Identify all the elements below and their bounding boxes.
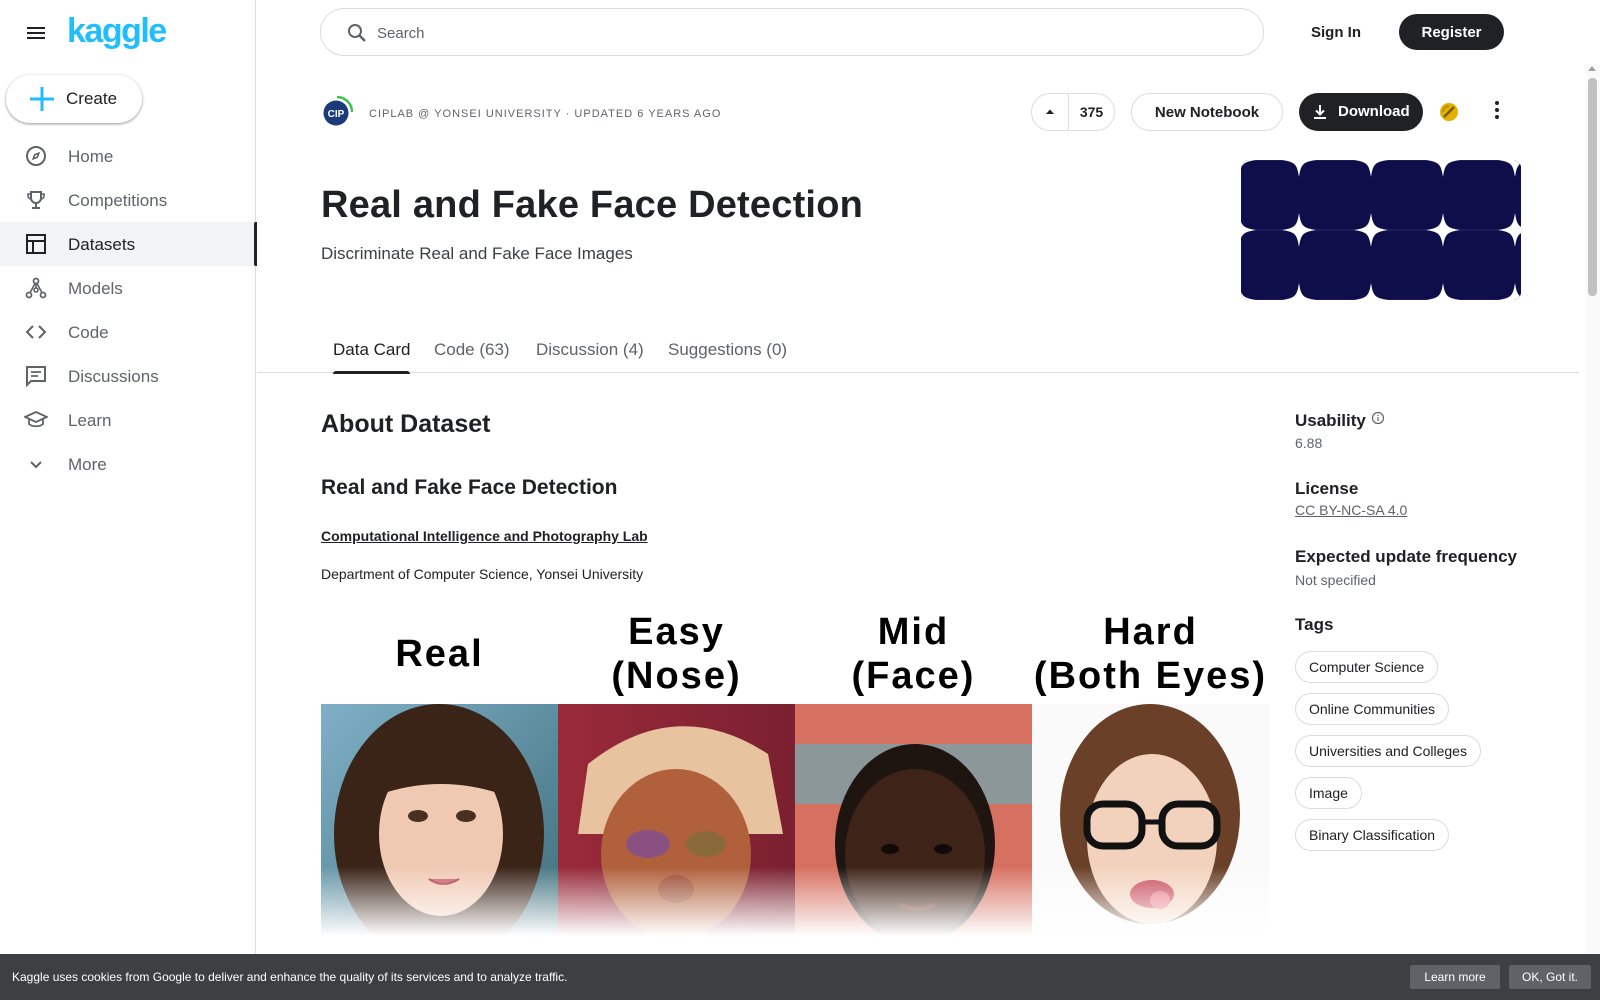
search-bar[interactable] bbox=[320, 8, 1264, 56]
face-column-easy: Easy (Nose) bbox=[558, 611, 795, 936]
ok-got-it-button[interactable]: OK, Got it. bbox=[1509, 965, 1591, 989]
cookie-message: Kaggle uses cookies from Google to deliv… bbox=[12, 970, 568, 984]
tag-chip[interactable]: Computer Science bbox=[1295, 651, 1439, 683]
compass-icon bbox=[26, 146, 46, 166]
lab-link[interactable]: Computational Intelligence and Photograp… bbox=[321, 528, 648, 544]
sidebar: kaggle Create Home Competitions Datasets… bbox=[0, 0, 257, 1000]
tag-chip[interactable]: Image bbox=[1295, 777, 1362, 809]
register-button[interactable]: Register bbox=[1399, 14, 1504, 50]
sidebar-item-label: Home bbox=[68, 147, 114, 166]
menu-icon[interactable] bbox=[24, 21, 48, 45]
trophy-icon bbox=[27, 191, 45, 209]
sidebar-item-more[interactable]: More bbox=[0, 442, 256, 486]
learn-more-button[interactable]: Learn more bbox=[1410, 965, 1500, 989]
sidebar-item-datasets[interactable]: Datasets bbox=[0, 222, 257, 266]
face-column-hard: Hard (Both Eyes) bbox=[1032, 611, 1269, 936]
search-icon bbox=[348, 24, 366, 42]
plus-icon bbox=[30, 87, 54, 111]
create-label: Create bbox=[66, 89, 118, 108]
tab-discussion[interactable]: Discussion (4) bbox=[536, 340, 644, 373]
usability-label: Usability bbox=[1295, 411, 1366, 430]
dataset-subtitle: Discriminate Real and Fake Face Images bbox=[321, 244, 633, 263]
dataset-title: Real and Fake Face Detection bbox=[321, 184, 864, 226]
tab-data-card[interactable]: Data Card bbox=[333, 340, 411, 374]
models-icon bbox=[25, 277, 47, 299]
school-icon bbox=[24, 411, 48, 428]
department-text: Department of Computer Science, Yonsei U… bbox=[321, 566, 644, 582]
tab-suggestions[interactable]: Suggestions (0) bbox=[668, 340, 787, 373]
face-label-line1: Real bbox=[395, 633, 484, 675]
update-frequency-value: Not specified bbox=[1295, 572, 1376, 588]
sidebar-item-models[interactable]: Models bbox=[0, 266, 256, 310]
section-heading: Real and Fake Face Detection bbox=[321, 476, 618, 499]
download-icon bbox=[1314, 105, 1326, 119]
face-label-line2: (Both Eyes) bbox=[1033, 655, 1268, 697]
owner-avatar[interactable]: CIP bbox=[321, 96, 353, 128]
download-button[interactable]: Download bbox=[1299, 93, 1423, 131]
download-label: Download bbox=[1338, 103, 1410, 120]
sidebar-item-label: Models bbox=[68, 279, 123, 298]
owner-update-line: CIPLAB @ YONSEI UNIVERSITY · UPDATED 6 Y… bbox=[369, 108, 722, 120]
about-dataset-heading: About Dataset bbox=[321, 410, 491, 438]
sidebar-item-label: Discussions bbox=[68, 367, 159, 386]
code-icon bbox=[25, 325, 47, 339]
owner-logo-text: CIP bbox=[328, 109, 345, 120]
sidebar-item-label: Learn bbox=[68, 411, 112, 430]
search-input[interactable] bbox=[377, 21, 1237, 45]
face-label-line2: (Nose) bbox=[611, 655, 742, 697]
face-column-mid: Mid (Face) bbox=[795, 611, 1032, 936]
face-image-hard bbox=[1032, 704, 1269, 936]
tag-chip[interactable]: Binary Classification bbox=[1295, 819, 1450, 851]
upvote-button[interactable] bbox=[1032, 94, 1069, 130]
sidebar-item-label: More bbox=[68, 455, 107, 474]
face-label-line2: (Face) bbox=[851, 655, 976, 697]
sidebar-item-discussions[interactable]: Discussions bbox=[0, 354, 256, 398]
new-notebook-button[interactable]: New Notebook bbox=[1131, 93, 1283, 131]
discussion-icon bbox=[26, 366, 46, 388]
sidebar-item-code[interactable]: Code bbox=[0, 310, 256, 354]
cookie-banner: Kaggle uses cookies from Google to deliv… bbox=[0, 954, 1600, 1000]
usability-value: 6.88 bbox=[1295, 435, 1323, 451]
medal-icon[interactable] bbox=[1439, 102, 1459, 122]
face-column-real: Real bbox=[321, 614, 558, 936]
update-frequency-label: Expected update frequency bbox=[1295, 547, 1518, 566]
tab-code[interactable]: Code (63) bbox=[434, 340, 510, 373]
tags-label: Tags bbox=[1295, 615, 1334, 634]
kaggle-logo[interactable]: kaggle bbox=[67, 12, 167, 51]
tag-chip[interactable]: Universities and Colleges bbox=[1295, 735, 1481, 767]
sidebar-item-label: Code bbox=[68, 323, 109, 342]
sidebar-nav: Home Competitions Datasets Models Code D… bbox=[0, 134, 257, 486]
sidebar-item-label: Competitions bbox=[68, 191, 168, 210]
scroll-up-arrow[interactable] bbox=[1588, 66, 1596, 71]
caret-up-icon bbox=[1046, 109, 1054, 114]
face-label-line1: Hard bbox=[1103, 611, 1198, 653]
vote-count: 375 bbox=[1079, 104, 1104, 120]
chevron-down-icon bbox=[30, 461, 42, 469]
upvote-widget: 375 bbox=[1031, 93, 1115, 131]
face-label-line1: Easy bbox=[628, 611, 725, 653]
info-icon[interactable] bbox=[1371, 411, 1385, 425]
dataset-banner-image bbox=[1241, 160, 1521, 300]
create-button[interactable]: Create bbox=[6, 75, 142, 123]
sidebar-item-home[interactable]: Home bbox=[0, 134, 256, 178]
sidebar-item-label: Datasets bbox=[68, 235, 136, 254]
face-image-easy bbox=[558, 704, 795, 936]
face-samples-figure: Real Easy (Nose) Mid (Face) Hard (Both E… bbox=[321, 611, 1272, 936]
scrollbar-thumb[interactable] bbox=[1588, 78, 1597, 296]
table-icon bbox=[26, 234, 46, 254]
more-vert-icon[interactable] bbox=[1485, 98, 1509, 122]
license-link[interactable]: CC BY-NC-SA 4.0 bbox=[1295, 502, 1407, 518]
dataset-tabs: Data Card Code (63) Discussion (4) Sugge… bbox=[257, 328, 1579, 374]
tag-chip[interactable]: Online Communities bbox=[1295, 693, 1450, 725]
license-label: License bbox=[1295, 479, 1359, 498]
sidebar-header: kaggle bbox=[0, 0, 256, 64]
banner-pattern bbox=[1241, 160, 1521, 300]
face-image-mid bbox=[795, 704, 1032, 936]
sidebar-item-learn[interactable]: Learn bbox=[0, 398, 256, 442]
face-image-real bbox=[321, 704, 558, 936]
face-label-line1: Mid bbox=[877, 611, 950, 653]
sidebar-item-competitions[interactable]: Competitions bbox=[0, 178, 256, 222]
sign-in-button[interactable]: Sign In bbox=[1296, 14, 1376, 50]
